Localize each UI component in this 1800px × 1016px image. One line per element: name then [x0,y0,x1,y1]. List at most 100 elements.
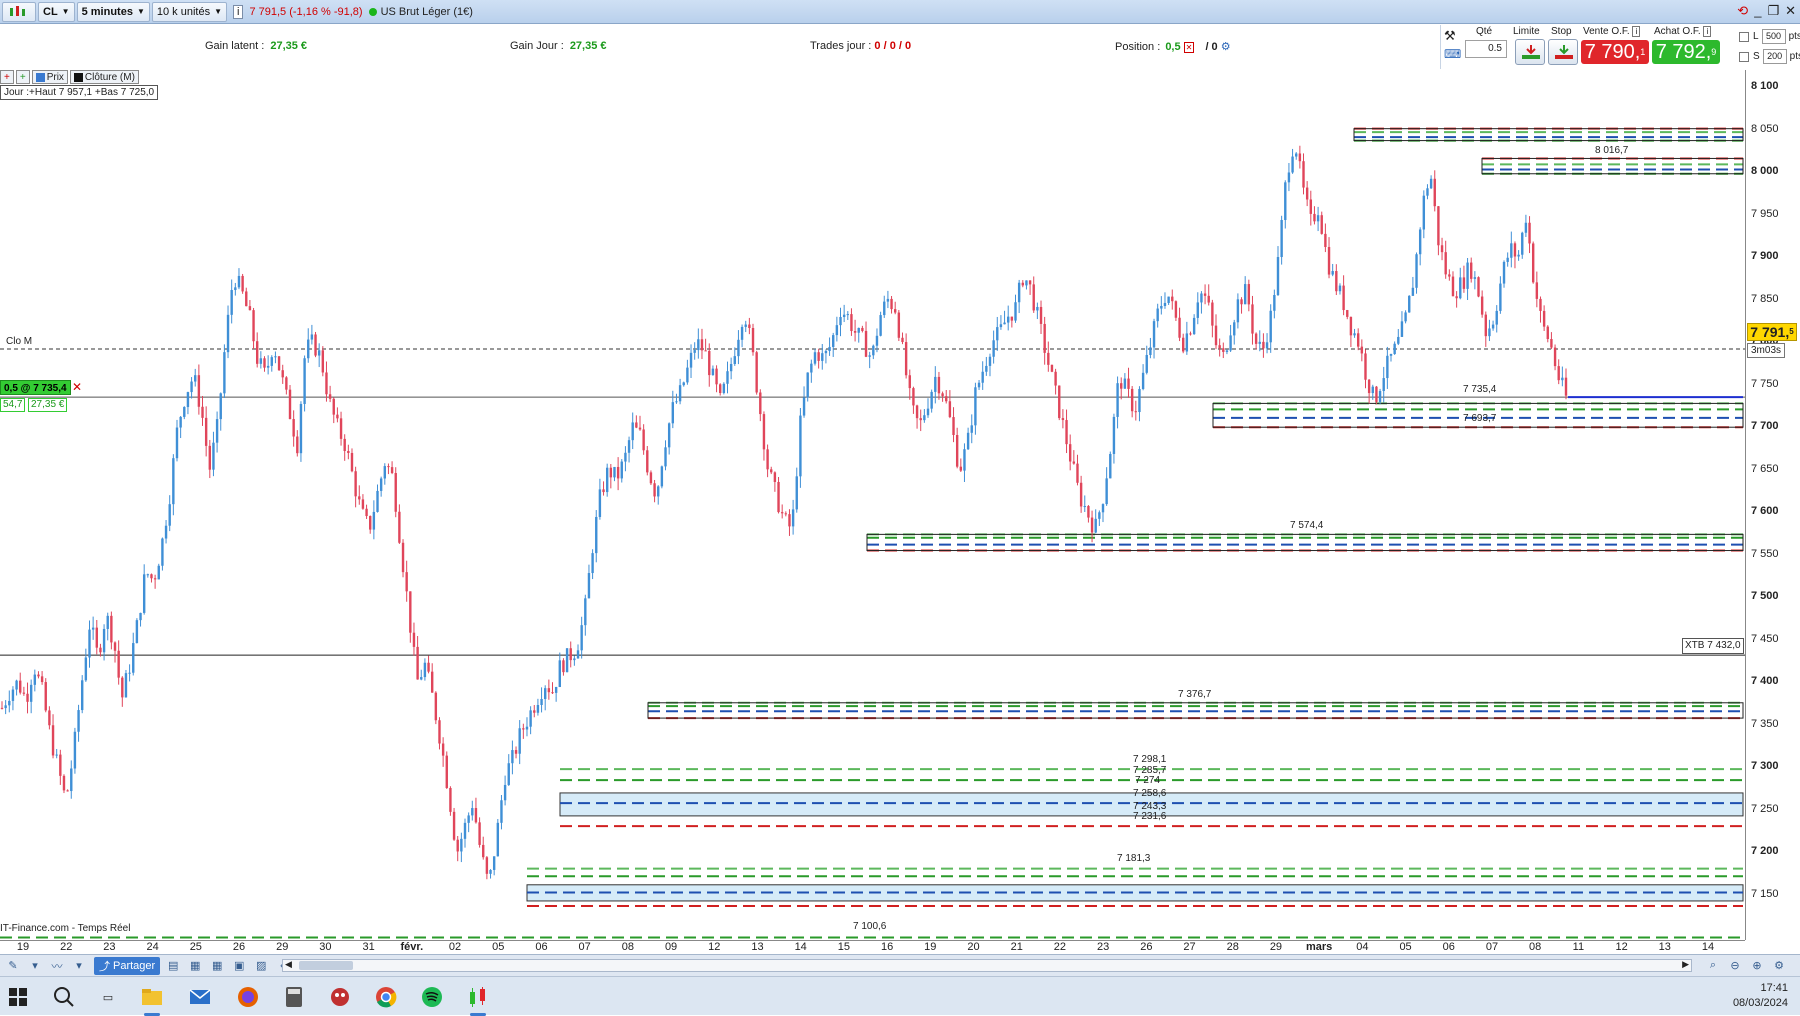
quantity-input[interactable]: 0.5 [1465,40,1507,58]
candle-body [653,483,656,497]
mail-icon[interactable] [186,983,214,1011]
zoom-fit-icon[interactable]: ⌕ [1704,958,1722,974]
stop-order-button[interactable] [1548,39,1578,65]
time-axis[interactable]: 19 22 23 24 25 26 29 30 31 févr. 02 05 06 07 08 09 12 13 1… [0,940,1745,954]
interval-select[interactable]: 5 minutes ▼ [76,1,150,22]
take-profit-pts-input[interactable]: 500 [1761,29,1786,44]
chart-canvas[interactable] [0,70,1745,940]
candle-body [908,375,911,389]
candle-body [657,486,660,497]
candle-body [1189,333,1192,335]
candle-body [1218,345,1221,349]
add-indicator-icon[interactable]: + [0,70,14,84]
chrome-icon[interactable] [372,983,400,1011]
chart-settings-icon[interactable]: ⚙ [1770,958,1788,974]
price-axis[interactable]: 8 100 8 050 8 000 7 950 7 900 7 850 7 800 7 750… [1745,70,1800,940]
search-icon[interactable] [50,983,78,1011]
y-tick-label: 7 150 [1751,888,1779,900]
legend-cloture[interactable]: Clôture (M) [69,70,139,84]
restore-icon[interactable]: ❐ [1767,3,1779,19]
grid-icon[interactable]: ▦ [208,958,226,974]
candle-body [485,857,489,874]
dropdown-icon[interactable]: ▾ [70,958,88,974]
candle-body [591,553,594,574]
stop-loss-checkbox[interactable] [1739,51,1749,62]
candle-body [923,415,926,421]
candle-body [1499,283,1502,311]
legend-prix[interactable]: Prix [31,70,68,84]
candle-body [883,301,886,316]
candle-body [1036,306,1039,311]
keyboard-icon[interactable]: ⌨ [1444,47,1461,61]
candle-body [1065,420,1068,445]
zoom-out-icon[interactable]: ⊖ [1726,958,1744,974]
candle-body [1072,461,1076,464]
info-icon[interactable]: i [233,4,244,19]
candle-body [1400,321,1404,337]
chart-type-icon[interactable] [2,1,36,22]
layout-icon[interactable]: ▣ [230,958,248,974]
y-tick-label: 7 500 [1751,590,1779,603]
candle-body [777,481,780,513]
draw-tool-icon[interactable]: ✎ [4,958,22,974]
game-icon[interactable] [326,983,354,1011]
zoom-in-icon[interactable]: ⊕ [1748,958,1766,974]
y-tick-label: 7 900 [1751,250,1779,263]
horizontal-scrollbar[interactable]: ◀ ▶ [282,959,1692,972]
units-select[interactable]: 10 k unités ▼ [151,1,227,22]
candle-body [88,629,91,658]
refresh-icon[interactable]: ⟲ [1737,3,1748,19]
chat-icon[interactable]: ▤ [164,958,182,974]
image-icon[interactable]: ▨ [252,958,270,974]
candle-body [795,476,798,510]
candle-body [263,358,266,368]
candle-body [471,808,474,816]
firefox-icon[interactable] [234,983,262,1011]
position-tag[interactable]: 0,5 @ 7 735,4 [0,380,71,395]
candle-body [274,356,277,358]
scroll-right-icon[interactable]: ▶ [1682,959,1689,970]
scroll-thumb[interactable] [299,961,353,970]
candle-body [897,312,901,338]
candle-body [886,298,890,302]
close-icon[interactable]: ✕ [1785,3,1796,19]
windows-start-icon[interactable] [4,983,32,1011]
calculator-icon[interactable] [280,983,308,1011]
stop-loss-pts-input[interactable]: 200 [1762,49,1787,64]
system-clock[interactable]: 17:41 08/03/2024 [1733,981,1788,1011]
candle-body [1058,385,1061,419]
x-tick-label: 06 [1442,941,1455,953]
trading-app-icon[interactable] [464,983,492,1016]
minimize-icon[interactable]: _ [1754,3,1761,19]
candle-body [292,419,295,437]
candle-body [966,432,970,450]
settings-icon[interactable]: ⚙ [1221,41,1231,53]
candle-body [934,376,937,392]
price-chart[interactable] [0,70,1745,940]
candle-body [1302,161,1305,188]
candle-body [780,512,784,514]
x-tick-label: 13 [1658,941,1671,953]
file-explorer-icon[interactable] [138,983,166,1016]
sell-button[interactable]: 7 790,1 [1581,40,1649,64]
tools-icon[interactable]: ⚒ [1444,28,1456,44]
add-overlay-icon[interactable]: + [15,70,30,84]
share-button[interactable]: ⤴ Partager [94,956,161,975]
symbol-select[interactable]: CL ▼ [38,1,75,22]
candle-body [1145,354,1148,373]
clock-date: 08/03/2024 [1732,997,1788,1009]
calendar-icon[interactable]: ▦ [186,958,204,974]
buy-button[interactable]: 7 792,9 [1652,40,1720,64]
candle-body [1462,277,1466,289]
close-position-x-icon[interactable]: ✕ [72,380,82,394]
indicator-icon[interactable]: 〰 [48,958,66,974]
spotify-icon[interactable] [418,983,446,1011]
close-position-icon[interactable]: ✕ [1183,42,1195,53]
take-profit-checkbox[interactable] [1739,31,1749,42]
dropdown-icon[interactable]: ▾ [26,958,44,974]
scroll-left-icon[interactable]: ◀ [285,959,292,970]
candle-body [806,372,809,398]
limit-order-button[interactable] [1515,39,1545,65]
task-view-icon[interactable]: ▭ [94,983,122,1011]
candle-body [1455,296,1458,299]
